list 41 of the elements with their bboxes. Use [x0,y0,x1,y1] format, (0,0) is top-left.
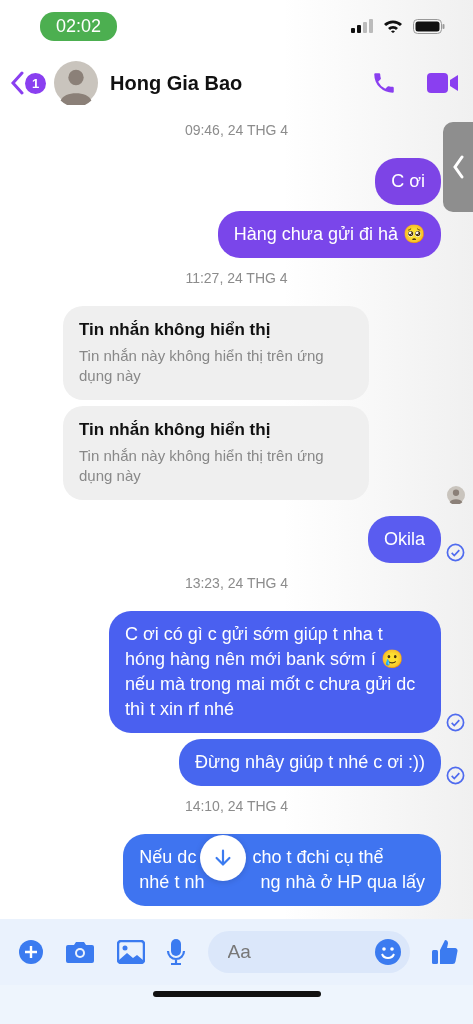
add-button[interactable] [18,939,44,965]
message-text: Hàng chưa gửi đi hả 🥺 [233,223,425,246]
phone-call-button[interactable] [371,70,397,96]
sent-check-icon [445,766,465,785]
seen-avatar-icon [447,486,465,504]
message-text: nhé t nh [139,871,205,894]
status-time: 02:02 [40,11,118,41]
message-text: Okila [384,528,425,551]
back-chevron-icon [10,71,24,95]
gallery-button[interactable] [116,940,145,964]
message-field[interactable]: Aa [207,931,410,973]
sent-check-icon [445,713,465,732]
side-panel-handle[interactable] [443,122,473,212]
sent-check-icon [445,543,465,562]
message-text: C ơi [391,170,425,193]
message-title: Tin nhắn không hiển thị [79,320,272,340]
like-button[interactable] [430,938,459,966]
message-title: Tin nhắn không hiển thị [79,420,272,440]
message-input-field[interactable]: Aa [225,940,374,964]
battery-icon [413,18,445,34]
timestamp: 14:10, 24 THG 4 [183,798,290,814]
message-text: cho t đchi cụ thể [252,846,384,869]
contact-name[interactable]: Hong Gia Bao [110,71,363,95]
message-text: Đừng nhây giúp t nhé c ơi :)) [195,751,425,774]
message-text: Nếu dc [139,846,197,869]
signal-icon [351,19,373,33]
wifi-icon [383,19,403,33]
back-button[interactable]: 1 [10,71,46,95]
message-text: ng nhà ở HP qua lấy [260,871,425,894]
timestamp: 13:23, 24 THG 4 [183,575,290,591]
contact-avatar-icon [54,61,98,105]
message-note: Tin nhắn này không hiển thị trên ứng dụng này [79,346,325,386]
message-text: C ơi có gì c gửi sớm giúp t nha t hóng hàng nên mới bank sớm í 🥲 nếu mà trong mai mốt c chưa gửi dc thì t xin rf nhé [125,623,417,721]
unread-badge: 1 [25,72,46,94]
emoji-icon[interactable] [373,938,402,966]
timestamp: 11:27, 24 THG 4 [184,270,289,286]
microphone-button[interactable] [166,938,187,966]
camera-button[interactable] [65,940,96,964]
timestamp: 09:46, 24 THG 4 [183,122,290,138]
message-note: Tin nhắn này không hiển thị trên ứng dụng này [79,446,325,486]
video-call-button[interactable] [427,71,459,95]
